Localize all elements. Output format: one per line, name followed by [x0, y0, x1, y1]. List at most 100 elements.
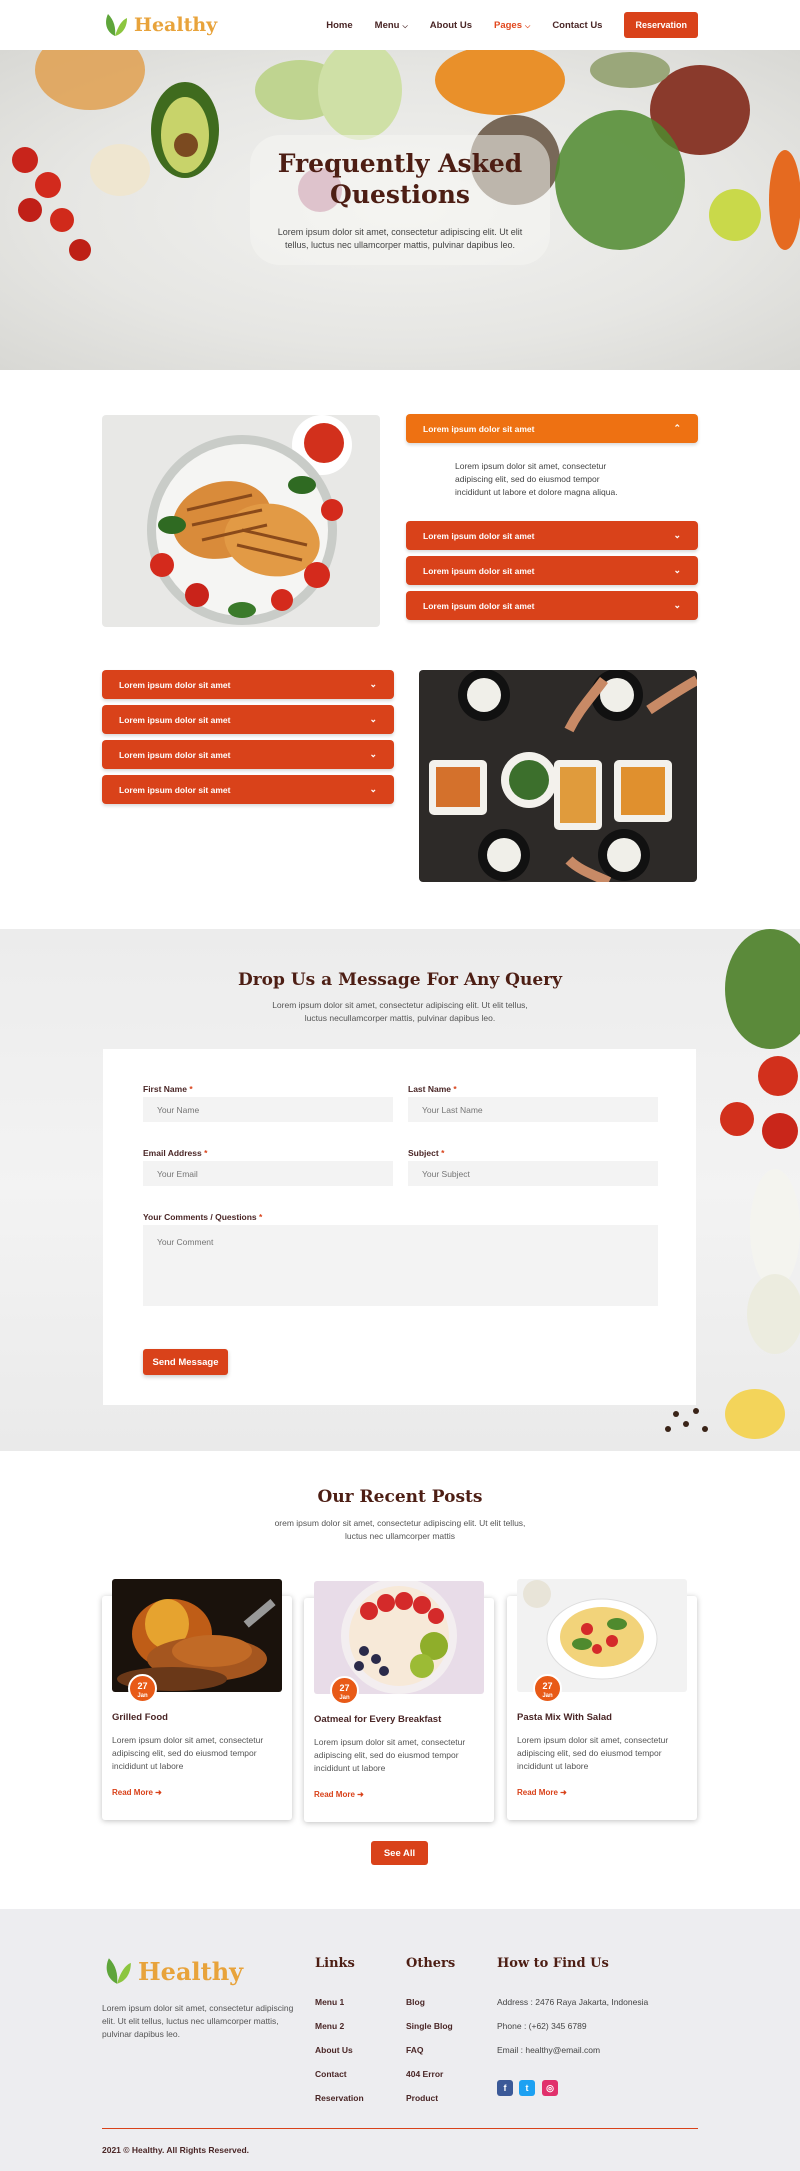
- chevron-down-icon: ⌄: [369, 749, 377, 759]
- instagram-icon[interactable]: ◎: [542, 2080, 558, 2096]
- footer-link[interactable]: Product: [406, 2093, 438, 2103]
- read-more-link[interactable]: Read More ➜: [314, 1790, 364, 1799]
- faq-item-6[interactable]: Lorem ipsum dolor sit amet ⌄: [102, 705, 394, 734]
- chevron-down-icon: ⌄: [673, 600, 681, 610]
- read-more-link[interactable]: Read More ➜: [517, 1788, 567, 1797]
- contact-title: Drop Us a Message For Any Query: [237, 970, 563, 990]
- page-title-line1: Frequently Asked: [277, 149, 523, 178]
- faq-item-8[interactable]: Lorem ipsum dolor sit amet ⌄: [102, 775, 394, 804]
- arrow-right-icon: ➜: [155, 1788, 162, 1797]
- post-date-badge: 27 Jan: [128, 1674, 157, 1703]
- chicken-plate-illustration: [147, 415, 352, 625]
- faq-question: Lorem ipsum dolor sit amet: [423, 423, 535, 434]
- comments-label: Your Comments / Questions *: [143, 1212, 262, 1222]
- nav-home[interactable]: Home: [326, 20, 352, 31]
- footer-link[interactable]: Menu 2: [315, 2021, 344, 2031]
- footer-link[interactable]: Blog: [406, 1997, 425, 2007]
- faq-item-7[interactable]: Lorem ipsum dolor sit amet ⌄: [102, 740, 394, 769]
- read-more-label: Read More: [112, 1788, 153, 1797]
- footer-logo[interactable]: Healthy: [102, 1955, 243, 1987]
- faq-question: Lorem ipsum dolor sit amet: [119, 714, 231, 725]
- footer-others-title: Others: [406, 1956, 456, 1971]
- faq-question: Lorem ipsum dolor sit amet: [119, 784, 231, 795]
- logo[interactable]: Healthy: [102, 12, 217, 38]
- faq-item-2[interactable]: Lorem ipsum dolor sit amet ⌄: [406, 521, 698, 550]
- faq-item-4[interactable]: Lorem ipsum dolor sit amet ⌄: [406, 591, 698, 620]
- footer-find-title: How to Find Us: [497, 1956, 609, 1971]
- label-text: First Name: [143, 1084, 187, 1094]
- subject-input[interactable]: [408, 1161, 658, 1186]
- footer-address: Address : 2476 Raya Jakarta, Indonesia: [497, 1997, 649, 2007]
- faq-item-5[interactable]: Lorem ipsum dolor sit amet ⌄: [102, 670, 394, 699]
- post-day: 27: [542, 1681, 553, 1691]
- post-card[interactable]: 27 Jan Grilled Food Lorem ipsum dolor sit…: [102, 1579, 292, 1820]
- main-nav: Home Menu ⌵ About Us Pages ⌵ Contact Us Re…: [326, 12, 698, 38]
- posts-subtitle: orem ipsum dolor sit amet, consectetur a…: [274, 1518, 526, 1541]
- email-input[interactable]: [143, 1161, 393, 1186]
- faq-question: Lorem ipsum dolor sit amet: [119, 679, 231, 690]
- read-more-link[interactable]: Read More ➜: [112, 1788, 162, 1797]
- post-title[interactable]: Pasta Mix With Salad: [517, 1712, 612, 1723]
- required-mark: *: [441, 1148, 445, 1158]
- footer-email[interactable]: Email : healthy@email.com: [497, 2045, 600, 2055]
- contact-section: Drop Us a Message For Any Query Lorem ip…: [0, 929, 800, 1451]
- chevron-down-icon: ⌵: [525, 22, 531, 30]
- leaf-logo-icon: [106, 14, 127, 36]
- chevron-down-icon: ⌄: [369, 784, 377, 794]
- post-title[interactable]: Grilled Food: [112, 1712, 168, 1723]
- nav-contact[interactable]: Contact Us: [552, 20, 602, 31]
- post-title[interactable]: Oatmeal for Every Breakfast: [314, 1714, 441, 1725]
- logo-text: Healthy: [134, 14, 218, 36]
- footer-link[interactable]: 404 Error: [406, 2069, 443, 2079]
- post-month: Jan: [542, 1693, 553, 1699]
- twitter-icon[interactable]: t: [519, 2080, 535, 2096]
- footer-link[interactable]: Single Blog: [406, 2021, 453, 2031]
- footer-link[interactable]: Contact: [315, 2069, 347, 2079]
- last-name-input[interactable]: [408, 1097, 658, 1122]
- post-excerpt: Lorem ipsum dolor sit amet, consectetur …: [517, 1735, 669, 1771]
- dining-table-illustration: [429, 670, 697, 882]
- required-mark: *: [189, 1084, 193, 1094]
- arrow-right-icon: ➜: [357, 1790, 364, 1799]
- footer-links-title: Links: [315, 1956, 355, 1971]
- see-all-button[interactable]: See All: [371, 1841, 428, 1865]
- required-mark: *: [453, 1084, 457, 1094]
- post-excerpt: Lorem ipsum dolor sit amet, consectetur …: [112, 1735, 264, 1771]
- footer-phone: Phone : (+62) 345 6789: [497, 2021, 587, 2031]
- facebook-icon[interactable]: f: [497, 2080, 513, 2096]
- footer-link[interactable]: FAQ: [406, 2045, 423, 2055]
- post-date-badge: 27 Jan: [533, 1674, 562, 1703]
- page-title: Frequently Asked Questions: [0, 148, 800, 210]
- page-title-line2: Questions: [330, 180, 470, 209]
- post-card[interactable]: 27 Jan Oatmeal for Every Breakfast Lorem …: [304, 1581, 494, 1822]
- food-table-image: [419, 670, 697, 882]
- first-name-input[interactable]: [143, 1097, 393, 1122]
- read-more-label: Read More: [517, 1788, 558, 1797]
- copyright: 2021 © Healthy. All Rights Reserved.: [102, 2145, 250, 2155]
- faq-item-1[interactable]: Lorem ipsum dolor sit amet ⌃: [406, 414, 698, 443]
- nav-about[interactable]: About Us: [430, 20, 472, 31]
- footer-link[interactable]: About Us: [315, 2045, 353, 2055]
- label-text: Last Name: [408, 1084, 451, 1094]
- send-message-button[interactable]: Send Message: [143, 1349, 228, 1375]
- nav-menu[interactable]: Menu ⌵: [375, 20, 408, 31]
- hero-banner: Frequently Asked Questions Lorem ipsum d…: [0, 50, 800, 370]
- arrow-right-icon: ➜: [560, 1788, 567, 1797]
- faq-item-3[interactable]: Lorem ipsum dolor sit amet ⌄: [406, 556, 698, 585]
- reservation-button[interactable]: Reservation: [624, 12, 698, 38]
- post-card[interactable]: 27 Jan Pasta Mix With Salad Lorem ipsum d…: [507, 1579, 697, 1820]
- nav-pages[interactable]: Pages ⌵: [494, 20, 530, 31]
- contact-subtitle: Lorem ipsum dolor sit amet, consectetur …: [272, 1000, 528, 1023]
- faq-question: Lorem ipsum dolor sit amet: [423, 530, 535, 541]
- site-footer: Healthy Lorem ipsum dolor sit amet, cons…: [0, 1909, 800, 2171]
- last-name-label: Last Name *: [408, 1084, 457, 1094]
- comments-textarea[interactable]: [143, 1225, 658, 1306]
- hero-subtitle: Lorem ipsum dolor sit amet, consectetur …: [277, 227, 523, 250]
- post-excerpt: Lorem ipsum dolor sit amet, consectetur …: [314, 1737, 466, 1773]
- label-text: Your Comments / Questions: [143, 1212, 257, 1222]
- footer-link[interactable]: Menu 1: [315, 1997, 344, 2007]
- required-mark: *: [204, 1148, 208, 1158]
- required-mark: *: [259, 1212, 263, 1222]
- post-date-badge: 27 Jan: [330, 1676, 359, 1705]
- footer-link[interactable]: Reservation: [315, 2093, 364, 2103]
